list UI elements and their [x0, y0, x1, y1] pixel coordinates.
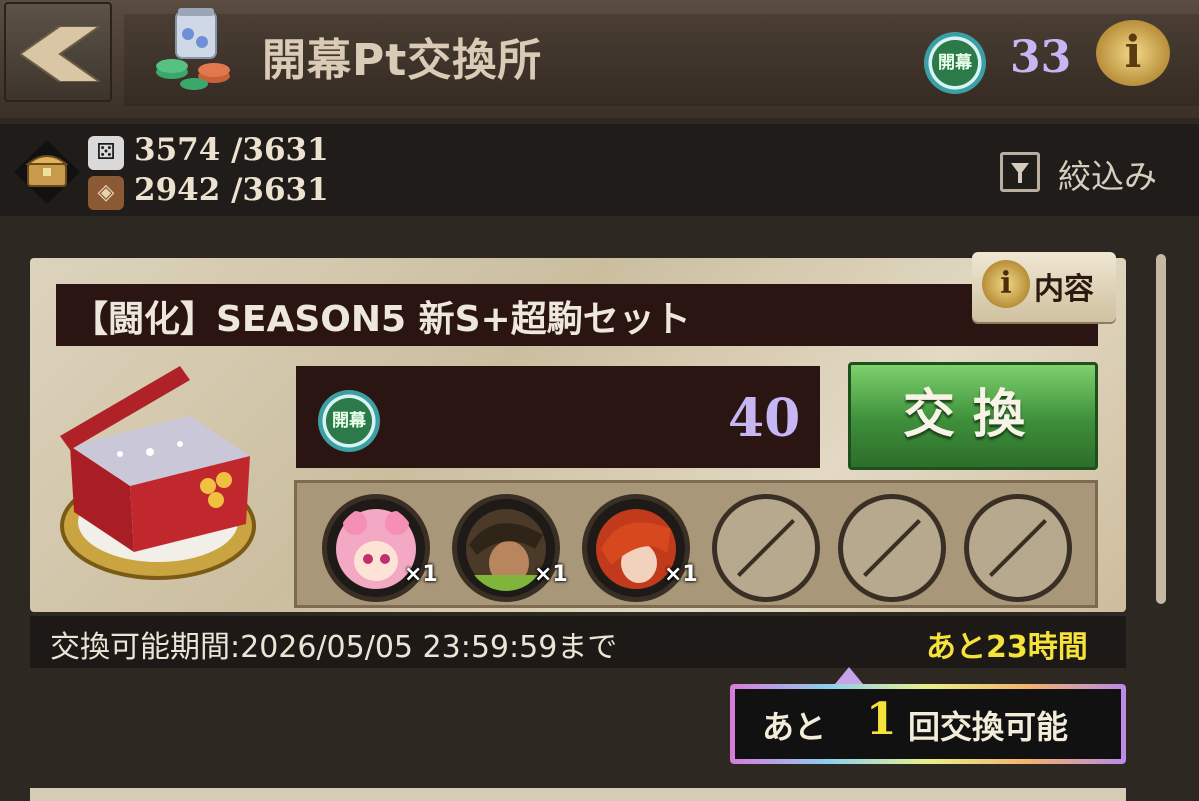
item-title: 【闘化】SEASON5 新S+超駒セット: [72, 299, 691, 340]
exchange-period: 交換可能期間:2026/05/05 23:59:59まで: [50, 630, 618, 665]
filter-button[interactable]: 絞込み: [1058, 150, 1157, 198]
resource-count-1: 3574 /3631: [134, 132, 329, 168]
empty-slot-2: [838, 494, 946, 602]
diamond-icon: ◈: [88, 176, 124, 210]
empty-slot-1: [712, 494, 820, 602]
details-label: 内容: [1034, 272, 1094, 307]
exchange-shop-icon: [156, 8, 230, 90]
info-button[interactable]: i: [1096, 20, 1170, 86]
limit-prefix: あと: [762, 708, 827, 746]
back-button[interactable]: [4, 2, 112, 102]
filter-icon[interactable]: [1000, 152, 1040, 192]
treasure-chest-icon: [14, 140, 80, 204]
details-button[interactable]: i 内容: [972, 252, 1116, 322]
scrollbar[interactable]: [1156, 254, 1166, 604]
event-point-icon: 開幕: [924, 32, 986, 94]
resource-count-2: 2942 /3631: [134, 172, 329, 208]
reward-qty-3: ×1: [664, 562, 698, 587]
back-arrow-icon: [20, 26, 100, 82]
exchange-button[interactable]: 交換: [848, 362, 1098, 470]
dice-icon: ⚄: [88, 136, 124, 170]
reward-qty-2: ×1: [534, 562, 568, 587]
info-icon: i: [982, 260, 1030, 308]
page-title: 開幕Pt交換所: [262, 35, 543, 86]
gift-box-icon: [60, 366, 256, 580]
reward-qty-1: ×1: [404, 562, 438, 587]
cost-point-icon: 開幕: [318, 390, 380, 452]
cost-value: 40: [728, 388, 801, 449]
point-count: 33: [1010, 32, 1072, 83]
next-item-card: [30, 788, 1126, 801]
remaining-time: あと23時間: [926, 630, 1088, 665]
empty-slot-3: [964, 494, 1072, 602]
limit-count: 1: [866, 694, 897, 745]
limit-suffix: 回交換可能: [908, 708, 1069, 746]
